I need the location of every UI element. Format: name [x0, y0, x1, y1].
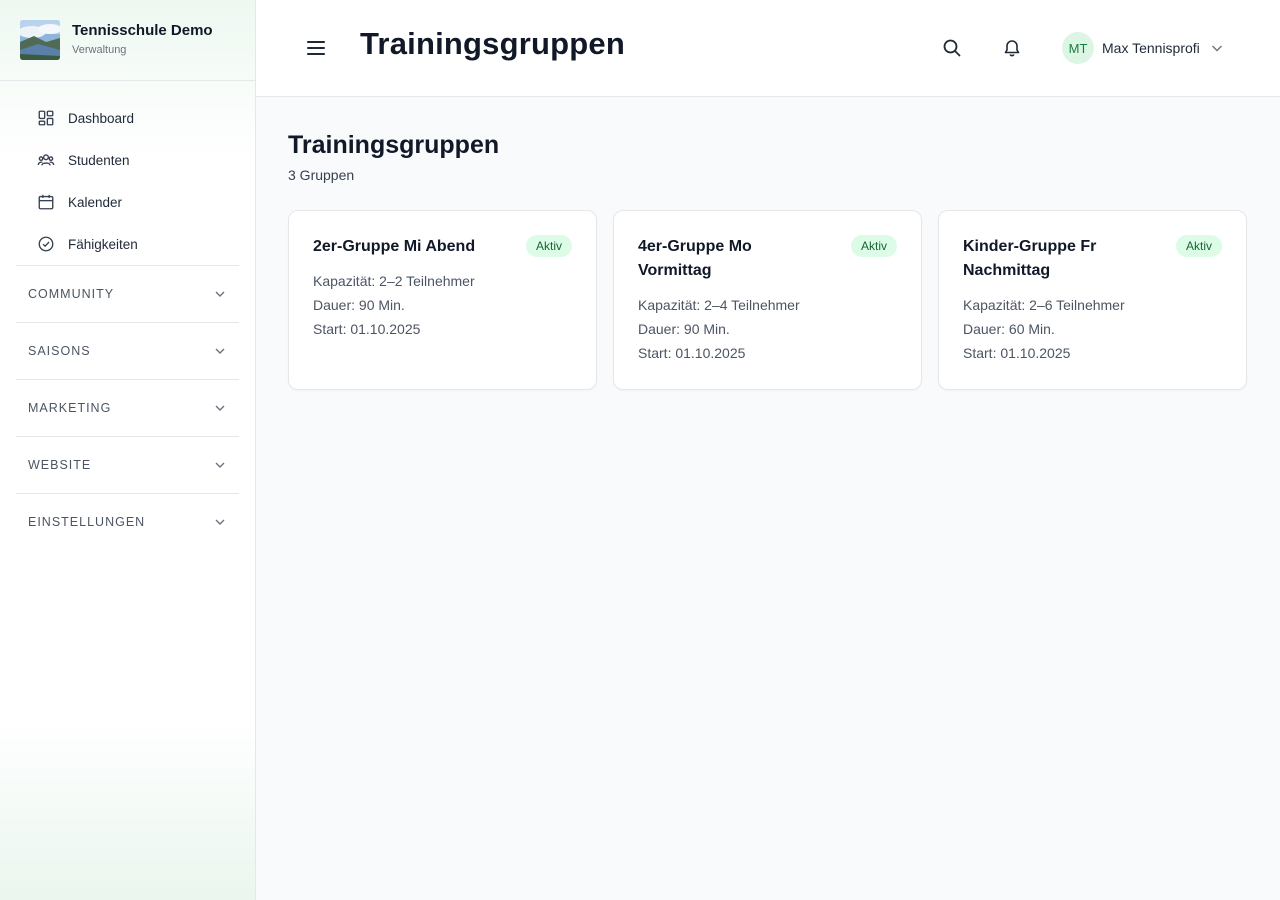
sidebar-section-saisons[interactable]: SAISONS — [16, 322, 239, 379]
topbar: Trainingsgruppen MT Max Tennisprofi — [256, 0, 1280, 97]
group-start: Start: 01.10.2025 — [638, 345, 746, 361]
sidebar-item-faehigkeiten[interactable]: Fähigkeiten — [16, 223, 239, 265]
user-name: Max Tennisprofi — [1102, 40, 1200, 56]
app-root: Tennisschule Demo Verwaltung Dashboard S… — [0, 0, 1280, 900]
status-badge: Aktiv — [525, 235, 572, 257]
menu-icon[interactable] — [304, 36, 328, 60]
sidebar-section-marketing[interactable]: MARKETING — [16, 379, 239, 436]
chevron-down-icon — [215, 405, 225, 411]
status-badge: Aktiv — [1175, 235, 1222, 257]
sidebar: Tennisschule Demo Verwaltung Dashboard S… — [0, 0, 256, 900]
group-count: 3 Gruppen — [288, 167, 355, 183]
user-menu[interactable]: MT Max Tennisprofi — [1062, 32, 1224, 64]
group-duration: Dauer: 90 Min. — [638, 321, 730, 337]
calendar-icon — [36, 192, 56, 212]
group-card[interactable]: 2er-Gruppe Mi Abend Aktiv Kapazität: 2–2… — [288, 210, 597, 390]
dashboard-icon — [36, 108, 56, 128]
status-badge: Aktiv — [850, 235, 897, 257]
main-content: Trainingsgruppen 3 Gruppen 2er-Gruppe Mi… — [288, 129, 1248, 390]
chevron-down-icon — [215, 291, 225, 297]
sidebar-item-label: Dashboard — [68, 110, 135, 126]
sidebar-item-label: Kalender — [68, 194, 123, 210]
search-icon[interactable] — [940, 36, 964, 60]
sidebar-item-label: Studenten — [68, 152, 130, 168]
group-card-title: 4er-Gruppe Mo Vormittag — [638, 238, 752, 279]
group-start: Start: 01.10.2025 — [313, 321, 421, 337]
chevron-down-icon — [215, 519, 225, 525]
group-duration: Dauer: 60 Min. — [963, 321, 1055, 337]
chevron-down-icon — [215, 348, 225, 354]
chevron-down-icon — [1211, 45, 1222, 52]
check-circle-icon — [36, 234, 56, 254]
avatar: MT — [1062, 32, 1094, 64]
group-capacity: Kapazität: 2–4 Teilnehmer — [638, 297, 800, 313]
sidebar-section-website[interactable]: WEBSITE — [16, 436, 239, 493]
users-icon — [36, 150, 56, 170]
brand-title: Tennisschule Demo — [72, 22, 213, 39]
sidebar-item-dashboard[interactable]: Dashboard — [16, 97, 239, 139]
group-start: Start: 01.10.2025 — [963, 345, 1071, 361]
section-label: EINSTELLUNGEN — [28, 515, 146, 529]
group-card-title: 2er-Gruppe Mi Abend — [313, 238, 476, 255]
brand-subtitle: Verwaltung — [72, 44, 127, 56]
brand[interactable]: Tennisschule Demo Verwaltung — [0, 0, 255, 81]
group-capacity: Kapazität: 2–2 Teilnehmer — [313, 273, 475, 289]
group-card-title: Kinder-Gruppe Fr Nachmittag — [963, 238, 1097, 279]
group-card[interactable]: Kinder-Gruppe Fr Nachmittag Aktiv Kapazi… — [938, 210, 1247, 390]
group-capacity: Kapazität: 2–6 Teilnehmer — [963, 297, 1125, 313]
sidebar-item-label: Fähigkeiten — [68, 236, 138, 252]
sidebar-section-einstellungen[interactable]: EINSTELLUNGEN — [16, 493, 239, 550]
group-cards: 2er-Gruppe Mi Abend Aktiv Kapazität: 2–2… — [288, 210, 1248, 390]
sidebar-item-studenten[interactable]: Studenten — [16, 139, 239, 181]
sidebar-section-community[interactable]: COMMUNITY — [16, 265, 239, 322]
sidebar-nav: Dashboard Studenten Kalender Fähigkeiten — [0, 81, 255, 265]
section-label: COMMUNITY — [28, 287, 115, 301]
sidebar-item-kalender[interactable]: Kalender — [16, 181, 239, 223]
page-header-title: Trainingsgruppen — [360, 26, 625, 61]
group-duration: Dauer: 90 Min. — [313, 297, 405, 313]
brand-logo — [20, 20, 60, 60]
group-card[interactable]: 4er-Gruppe Mo Vormittag Aktiv Kapazität:… — [613, 210, 922, 390]
section-label: SAISONS — [28, 344, 91, 358]
bell-icon[interactable] — [1000, 36, 1024, 60]
section-label: WEBSITE — [28, 458, 92, 472]
section-label: MARKETING — [28, 401, 112, 415]
chevron-down-icon — [215, 462, 225, 468]
page-title: Trainingsgruppen — [288, 131, 500, 159]
